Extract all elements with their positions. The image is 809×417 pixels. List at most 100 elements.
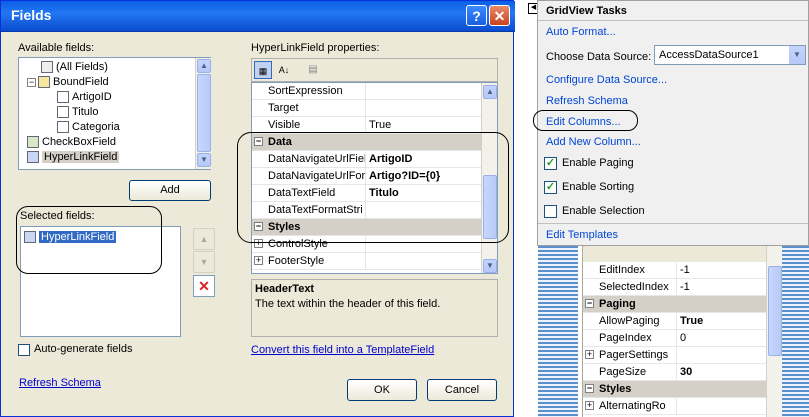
background-toolbar — [583, 246, 767, 262]
close-button[interactable]: ✕ — [489, 5, 510, 26]
ok-button[interactable]: OK — [347, 379, 417, 401]
available-field-item[interactable]: − BoundField — [27, 75, 109, 90]
property-value[interactable]: -1 — [677, 279, 767, 295]
refresh-schema-link[interactable]: Refresh Schema — [546, 95, 628, 107]
cancel-button[interactable]: Cancel — [427, 379, 497, 401]
expand-icon[interactable]: + — [585, 401, 594, 410]
property-name: PagerSettings — [597, 347, 677, 363]
dialog-title: Fields — [11, 7, 52, 23]
move-down-button[interactable]: ▼ — [193, 251, 215, 273]
background-scrollbar[interactable] — [766, 246, 782, 417]
available-field-item[interactable]: (All Fields) — [41, 60, 108, 75]
field-icon — [41, 61, 53, 74]
property-row[interactable]: PageIndex 0 — [583, 330, 767, 347]
available-field-item[interactable]: HyperLinkField — [27, 150, 120, 165]
scroll-up-icon[interactable]: ▲ — [197, 59, 211, 73]
data-source-value: AccessDataSource1 — [659, 49, 759, 61]
scroll-thumb[interactable] — [197, 74, 211, 152]
available-field-item[interactable]: Categoria — [57, 120, 120, 135]
annotation-ellipse-edit-columns — [533, 110, 638, 131]
add-new-column-link[interactable]: Add New Column... — [546, 136, 641, 148]
property-value[interactable]: True — [366, 117, 483, 133]
convert-template-link[interactable]: Convert this field into a TemplateField — [251, 344, 434, 356]
available-field-label: HyperLinkField — [42, 151, 120, 163]
properties-label: HyperLinkField properties: — [251, 42, 380, 54]
collapse-icon[interactable]: − — [585, 299, 594, 308]
property-row[interactable]: SortExpression — [252, 83, 483, 100]
data-source-select[interactable]: AccessDataSource1 ▼ — [654, 45, 806, 65]
collapse-icon[interactable]: − — [585, 384, 594, 393]
available-fields-label: Available fields: — [18, 42, 95, 54]
properties-toolbar: ▦ A↓ ▤ — [251, 58, 498, 82]
move-up-button[interactable]: ▲ — [193, 228, 215, 250]
property-value[interactable]: True — [677, 313, 767, 329]
scroll-down-icon[interactable]: ▼ — [197, 153, 211, 167]
auto-format-link[interactable]: Auto Format... — [546, 26, 616, 38]
property-value[interactable] — [366, 253, 483, 269]
property-name: Visible — [266, 117, 366, 133]
edit-templates-link[interactable]: Edit Templates — [546, 229, 618, 241]
property-row[interactable]: + FooterStyle — [252, 253, 483, 270]
tasks-title: GridView Tasks — [546, 5, 627, 17]
available-scrollbar[interactable]: ▲ ▼ — [195, 58, 211, 169]
field-icon — [57, 91, 69, 104]
add-button[interactable]: Add — [129, 180, 211, 201]
help-button[interactable]: ? — [466, 5, 487, 26]
annotation-ellipse-selected — [16, 206, 162, 274]
enable-paging-checkbox[interactable]: ✓ — [544, 157, 557, 170]
property-name: AllowPaging — [597, 313, 677, 329]
property-pages-icon[interactable]: ▤ — [304, 61, 322, 79]
fields-dialog: Fields ? ✕ Available fields: (All Fields… — [0, 0, 515, 417]
background-right-stripe — [782, 246, 809, 417]
refresh-schema-link-dialog[interactable]: Refresh Schema — [19, 377, 101, 389]
property-name: FooterStyle — [266, 253, 366, 269]
property-row[interactable]: Target — [252, 100, 483, 117]
annotation-ellipse-data — [237, 132, 509, 243]
property-row[interactable]: + AlternatingRo — [583, 398, 767, 415]
field-icon — [27, 136, 39, 149]
delete-button[interactable]: ✕ — [193, 275, 215, 297]
available-field-item[interactable]: Titulo — [57, 105, 99, 120]
property-value[interactable]: 0 — [677, 330, 767, 346]
expand-icon[interactable]: + — [585, 350, 594, 359]
property-row[interactable]: PageSize 30 — [583, 364, 767, 381]
title-bar: Fields ? ✕ — [1, 1, 515, 32]
grid-scroll-down-icon[interactable]: ▼ — [483, 259, 497, 273]
tasks-title-rule — [538, 20, 808, 21]
property-row[interactable]: EditIndex -1 — [583, 262, 767, 279]
property-name: AlternatingRo — [597, 398, 677, 414]
property-row[interactable]: + PagerSettings — [583, 347, 767, 364]
property-value[interactable] — [366, 100, 483, 116]
background-property-grid: EditIndex -1 SelectedIndex -1− Paging AllowPa… — [582, 246, 767, 417]
property-value[interactable] — [677, 347, 767, 363]
alphabetical-icon[interactable]: A↓ — [275, 61, 293, 79]
grid-scroll-up-icon[interactable]: ▲ — [483, 85, 497, 99]
property-name: Target — [266, 100, 366, 116]
choose-ds-label: Choose Data Source: — [546, 51, 652, 63]
enable-sorting-checkbox[interactable]: ✓ — [544, 181, 557, 194]
field-icon — [27, 151, 39, 164]
available-field-item[interactable]: CheckBoxField — [27, 135, 116, 150]
property-row[interactable]: AllowPaging True — [583, 313, 767, 330]
available-fields-tree[interactable]: (All Fields) − BoundField ArtigoID Titulo Cat… — [18, 57, 211, 170]
property-category[interactable]: − Styles — [583, 381, 767, 398]
field-icon — [57, 121, 69, 134]
property-category[interactable]: − Paging — [583, 296, 767, 313]
enable-paging-label: Enable Paging — [562, 157, 634, 169]
description-text: The text within the header of this field… — [255, 298, 441, 310]
auto-generate-checkbox[interactable] — [18, 344, 30, 356]
property-value[interactable]: 30 — [677, 364, 767, 380]
available-field-label: ArtigoID — [72, 91, 112, 103]
available-field-item[interactable]: ArtigoID — [57, 90, 112, 105]
property-value[interactable] — [366, 83, 483, 99]
property-row[interactable]: SelectedIndex -1 — [583, 279, 767, 296]
collapse-icon[interactable]: − — [27, 77, 36, 87]
categorized-icon[interactable]: ▦ — [254, 61, 272, 79]
configure-data-source-link[interactable]: Configure Data Source... — [546, 74, 667, 86]
expand-icon[interactable]: + — [254, 256, 263, 265]
chevron-down-icon[interactable]: ▼ — [789, 46, 805, 64]
property-value[interactable] — [677, 398, 767, 414]
property-value[interactable]: -1 — [677, 262, 767, 278]
description-title: HeaderText — [255, 283, 315, 295]
enable-selection-checkbox[interactable] — [544, 205, 557, 218]
